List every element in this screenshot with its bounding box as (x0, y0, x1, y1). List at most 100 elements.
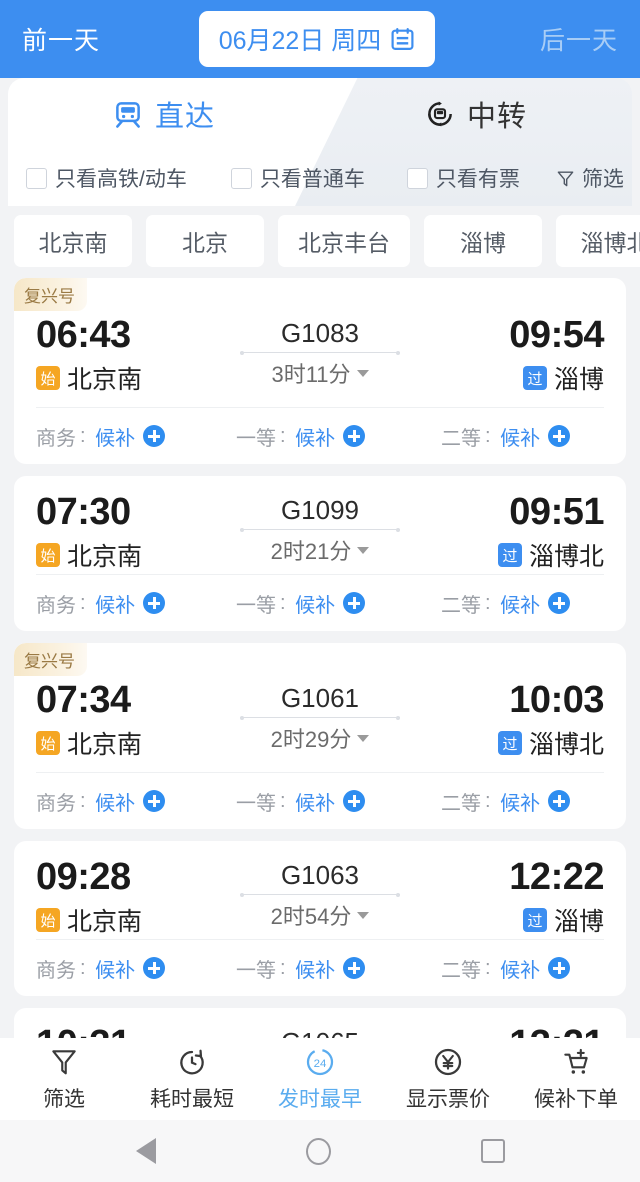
previous-day-button[interactable]: 前一天 (22, 21, 100, 57)
route-line (240, 892, 400, 897)
seat-first[interactable]: 一等: 候补 (236, 787, 441, 816)
seat-business-status: 候补 (95, 959, 136, 982)
add-waitlist-icon[interactable] (548, 592, 571, 614)
filter-highspeed-only[interactable]: 只看高铁/动车 (26, 163, 187, 193)
seat-second[interactable]: 二等: 候补 (441, 589, 571, 618)
arrival-block: 09:54 过 淄博 (414, 313, 604, 396)
station-chip[interactable]: 北京丰台 (278, 215, 410, 267)
toolbar-show-price[interactable]: 显示票价 (384, 1046, 512, 1113)
filter-available-only[interactable]: 只看有票 (406, 163, 520, 193)
train-result-list[interactable]: 复兴号 06:43 始 北京南 G1083 3时11分 09:54 过 淄博 商… (0, 278, 640, 1038)
train-card-main: 06:43 始 北京南 G1083 3时11分 09:54 过 淄博 (14, 311, 626, 403)
checkbox-unchecked-icon[interactable] (26, 167, 47, 189)
toolbar-waitlist-order[interactable]: 候补下单 (512, 1046, 640, 1113)
train-card[interactable]: 09:28 始 北京南 G1063 2时54分 12:22 过 淄博 商务: … (14, 841, 626, 996)
trip-duration-toggle[interactable]: 3时11分 (271, 357, 369, 389)
chevron-down-icon[interactable] (357, 546, 370, 554)
train-transfer-icon (425, 99, 455, 129)
chevron-down-icon[interactable] (357, 734, 370, 742)
seat-second-label: 二等 (441, 594, 481, 617)
open-filter-panel-button[interactable]: 筛选 (556, 163, 624, 193)
colon: : (485, 956, 497, 979)
add-waitlist-icon[interactable] (548, 957, 571, 979)
seat-business[interactable]: 商务: 候补 (36, 954, 236, 983)
departure-time: 10:31 (36, 1022, 226, 1038)
train-card[interactable]: 10:31 G1065 13:21 (14, 1008, 626, 1038)
origin-mark-badge: 始 (36, 366, 60, 390)
filter-normal-only[interactable]: 只看普通车 (230, 163, 365, 193)
tab-transfer[interactable]: 中转 (320, 78, 632, 150)
home-button[interactable] (305, 1137, 331, 1165)
departure-time: 07:30 (36, 491, 131, 533)
departure-time: 09:28 (36, 856, 131, 898)
seat-business-status: 候补 (95, 594, 136, 617)
add-waitlist-icon[interactable] (143, 592, 166, 614)
trip-duration-toggle[interactable]: 2时21分 (271, 534, 370, 566)
origin-mark-badge: 始 (36, 543, 60, 567)
add-waitlist-icon[interactable] (143, 425, 166, 447)
date-picker-button[interactable]: 06月22日 周四 (198, 11, 436, 67)
seat-first[interactable]: 一等: 候补 (236, 422, 441, 451)
tab-direct[interactable]: 直达 (8, 78, 320, 150)
add-waitlist-icon[interactable] (343, 790, 366, 812)
arrival-time: 13:21 (509, 1022, 604, 1038)
station-chip[interactable]: 北京南 (14, 215, 132, 267)
seat-second[interactable]: 二等: 候补 (441, 954, 571, 983)
add-waitlist-icon[interactable] (343, 957, 366, 979)
seat-second[interactable]: 二等: 候补 (441, 422, 571, 451)
add-waitlist-icon[interactable] (143, 957, 166, 979)
train-card[interactable]: 复兴号 07:34 始 北京南 G1061 2时29分 10:03 过 淄博北 … (14, 643, 626, 829)
seat-first-status: 候补 (295, 594, 336, 617)
add-waitlist-icon[interactable] (548, 790, 571, 812)
seat-business[interactable]: 商务: 候补 (36, 589, 236, 618)
trip-duration: 2时54分 (270, 904, 352, 929)
train-card[interactable]: 复兴号 06:43 始 北京南 G1083 3时11分 09:54 过 淄博 商… (14, 278, 626, 464)
add-waitlist-icon[interactable] (343, 592, 366, 614)
station-chip[interactable]: 北京 (146, 215, 264, 267)
train-number: G1061 (280, 683, 360, 713)
seat-business[interactable]: 商务: 候补 (36, 787, 236, 816)
station-chip[interactable]: 淄博 (424, 215, 542, 267)
add-waitlist-icon[interactable] (548, 425, 571, 447)
station-chip-row[interactable]: 北京南 北京 北京丰台 淄博 淄博北 (0, 212, 640, 270)
toolbar-filter[interactable]: 筛选 (0, 1046, 128, 1113)
chevron-down-icon[interactable] (357, 911, 370, 919)
clock-24-icon: 24 (304, 1046, 336, 1078)
train-card-main: 07:30 始 北京南 G1099 2时21分 09:51 过 淄博北 (14, 476, 626, 571)
seat-class-row: 商务: 候补 一等: 候补 二等: 候补 (14, 408, 626, 464)
add-waitlist-icon[interactable] (143, 790, 166, 812)
seat-first[interactable]: 一等: 候补 (236, 589, 441, 618)
seat-business[interactable]: 商务: 候补 (36, 422, 236, 451)
fuxing-badge: 复兴号 (14, 643, 87, 676)
checkbox-unchecked-icon[interactable] (406, 167, 428, 189)
colon: : (485, 591, 497, 614)
seat-business-label: 商务 (36, 427, 76, 450)
seat-first-status: 候补 (295, 427, 336, 450)
chevron-down-icon[interactable] (356, 369, 369, 377)
seat-first-status: 候补 (295, 792, 336, 815)
train-info-block: G1065 (226, 1022, 414, 1038)
train-card[interactable]: 07:30 始 北京南 G1099 2时21分 09:51 过 淄博北 商务:… (14, 476, 626, 631)
recents-button[interactable] (480, 1139, 505, 1163)
seat-second-label: 二等 (441, 959, 481, 982)
seat-second[interactable]: 二等: 候补 (441, 787, 571, 816)
toolbar-shortest-duration[interactable]: 耗时最短 (128, 1046, 256, 1113)
seat-first-label: 一等 (236, 427, 276, 450)
yen-circle-icon (432, 1046, 464, 1078)
back-button[interactable] (135, 1138, 156, 1164)
tab-direct-label: 直达 (154, 101, 215, 133)
seat-first[interactable]: 一等: 候补 (236, 954, 441, 983)
route-line (240, 715, 400, 720)
station-chip[interactable]: 淄博北 (556, 215, 640, 267)
svg-text:24: 24 (314, 1057, 327, 1069)
add-waitlist-icon[interactable] (343, 425, 366, 447)
toolbar-earliest-departure[interactable]: 24 发时最早 (256, 1046, 384, 1113)
next-day-button[interactable]: 后一天 (540, 21, 618, 57)
seat-class-row: 商务: 候补 一等: 候补 二等: 候补 (14, 773, 626, 829)
filter-normal-only-label: 只看普通车 (259, 168, 365, 191)
trip-duration-toggle[interactable]: 2时29分 (271, 722, 370, 754)
seat-second-status: 候补 (500, 959, 541, 982)
pass-mark-badge: 过 (497, 543, 522, 567)
checkbox-unchecked-icon[interactable] (230, 167, 252, 189)
trip-duration-toggle[interactable]: 2时54分 (271, 899, 370, 931)
